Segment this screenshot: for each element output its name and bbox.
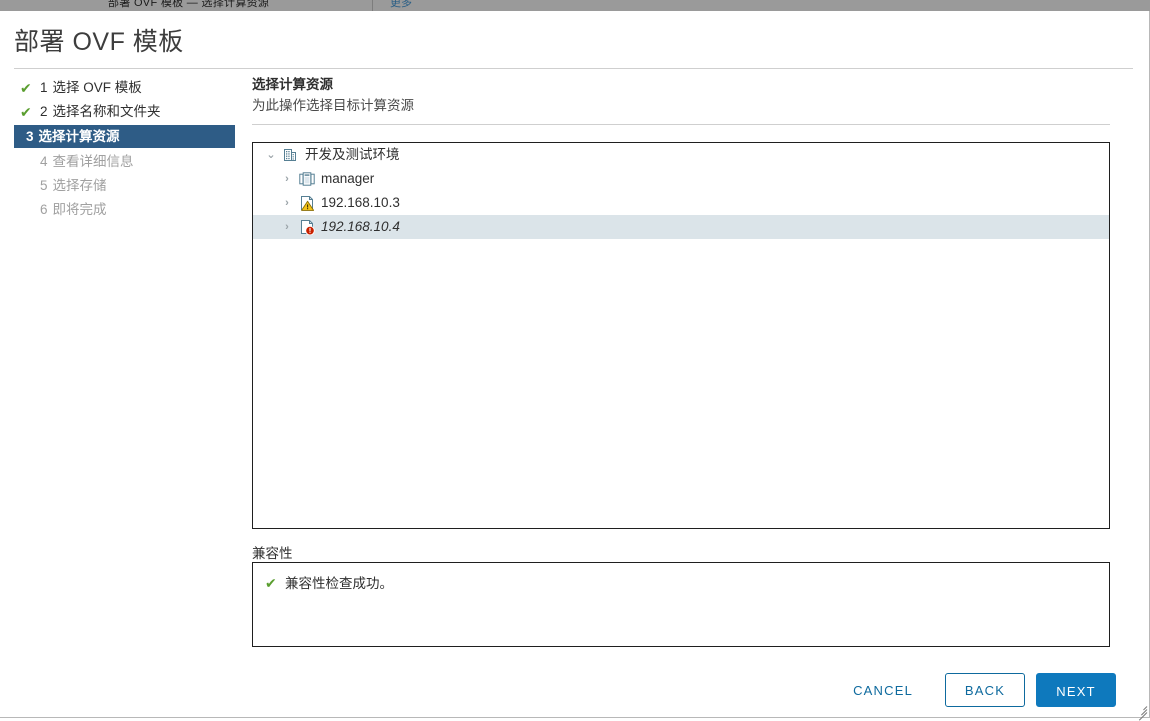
tree-row[interactable]: › 192.168.10.3 — [253, 191, 1109, 215]
dialog-footer: CANCEL BACK NEXT — [0, 661, 1133, 719]
check-icon: ✔ — [265, 575, 277, 591]
tree-row[interactable]: ⌄ 开发及测试环境 — [253, 143, 1109, 167]
compatibility-panel: ✔ 兼容性检查成功。 — [252, 562, 1110, 647]
wizard-step-label: 选择名称和文件夹 — [52, 104, 161, 119]
wizard-step-label: 即将完成 — [52, 202, 107, 217]
compatibility-status: ✔ 兼容性检查成功。 — [265, 573, 1109, 593]
tree-node-label: 192.168.10.3 — [321, 195, 400, 210]
content-subheading: 为此操作选择目标计算资源 — [252, 98, 414, 113]
wizard-step-number: 2 — [40, 104, 48, 119]
next-button[interactable]: NEXT — [1036, 673, 1116, 707]
wizard-step-4: 4 查看详细信息 — [14, 151, 236, 173]
wizard-step-6: 6 即将完成 — [14, 199, 236, 221]
compatibility-message: 兼容性检查成功。 — [285, 576, 393, 591]
content-header: 选择计算资源 为此操作选择目标计算资源 — [252, 75, 1133, 125]
host-icon — [299, 195, 315, 211]
wizard-step-number: 6 — [40, 202, 48, 217]
wizard-step-number: 3 — [26, 129, 34, 144]
wizard-step-number: 4 — [40, 154, 48, 169]
tree-node-label: 开发及测试环境 — [305, 147, 400, 162]
check-icon: ✔ — [20, 104, 32, 120]
content-heading: 选择计算资源 — [252, 77, 333, 92]
wizard-step-number: 5 — [40, 178, 48, 193]
wizard-step-label: 查看详细信息 — [52, 154, 134, 169]
app-chrome-link[interactable]: 更多 — [390, 0, 412, 10]
tree-row[interactable]: › 192.168.10.4 — [253, 215, 1109, 239]
title-divider — [14, 68, 1133, 69]
wizard-step-number: 1 — [40, 80, 48, 95]
content-divider — [252, 124, 1110, 125]
wizard-step-label: 选择计算资源 — [38, 129, 120, 144]
resize-grip[interactable] — [1135, 703, 1148, 721]
compute-resource-tree[interactable]: ⌄ 开发及测试环境 › manager › 192.168.10.3 › 192.168.10… — [252, 142, 1110, 529]
chevron-right-icon[interactable]: › — [279, 167, 295, 191]
check-icon: ✔ — [20, 80, 32, 96]
wizard-step-label: 选择存储 — [52, 178, 107, 193]
tree-row[interactable]: › manager — [253, 167, 1109, 191]
deploy-ovf-dialog: 部署 OVF 模板 ✔ 1 选择 OVF 模板 ✔ 2 选择名称和文件夹 3 选择计算资源 4 查… — [0, 11, 1150, 721]
datacenter-icon — [283, 147, 299, 163]
wizard-step-list: ✔ 1 选择 OVF 模板 ✔ 2 选择名称和文件夹 3 选择计算资源 4 查看详细信息 5 选择存储… — [14, 77, 236, 223]
cluster-icon — [299, 171, 315, 187]
compatibility-label: 兼容性 — [252, 546, 293, 561]
host-icon — [299, 219, 315, 235]
back-button[interactable]: BACK — [945, 673, 1025, 707]
chevron-right-icon[interactable]: › — [279, 191, 295, 215]
tree-node-label: 192.168.10.4 — [321, 219, 400, 234]
page-title: 部署 OVF 模板 — [14, 28, 184, 56]
app-breadcrumb: 部署 OVF 模板 — 选择计算资源 — [108, 0, 270, 9]
chevron-down-icon[interactable]: ⌄ — [263, 143, 279, 167]
wizard-step-label: 选择 OVF 模板 — [52, 80, 142, 95]
wizard-step-2[interactable]: ✔ 2 选择名称和文件夹 — [14, 101, 236, 123]
chrome-divider — [372, 0, 373, 11]
tree-node-label: manager — [321, 171, 375, 186]
app-chrome-strip: 部署 OVF 模板 — 选择计算资源 更多 — [0, 0, 1150, 11]
wizard-step-3[interactable]: 3 选择计算资源 — [14, 125, 235, 148]
cancel-button[interactable]: CANCEL — [842, 674, 924, 706]
chevron-right-icon[interactable]: › — [279, 215, 295, 239]
wizard-step-1[interactable]: ✔ 1 选择 OVF 模板 — [14, 77, 236, 99]
wizard-step-5: 5 选择存储 — [14, 175, 236, 197]
